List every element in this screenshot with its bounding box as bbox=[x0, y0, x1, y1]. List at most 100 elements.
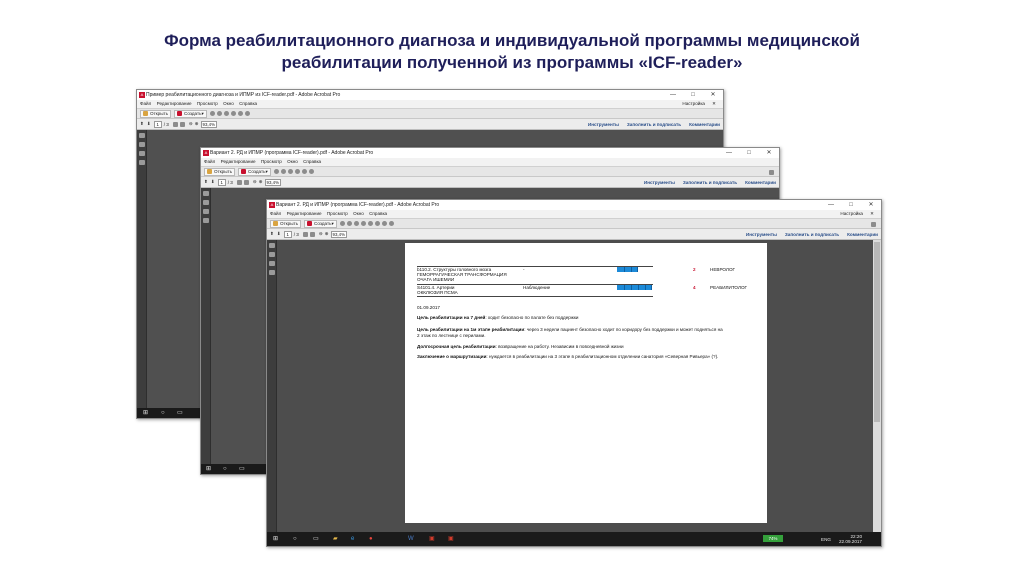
save-icon[interactable] bbox=[346, 221, 352, 226]
menu-view[interactable]: Просмотр bbox=[197, 101, 218, 106]
pdf-icon[interactable]: ▣ bbox=[429, 536, 435, 542]
open-button[interactable]: Открыть bbox=[140, 109, 172, 118]
chrome-icon[interactable]: ● bbox=[369, 536, 373, 542]
acrobat-window-front[interactable]: A Вариант 2. РД и ИПМР (программа ICF-re… bbox=[266, 199, 882, 547]
task-view-icon[interactable]: ▭ bbox=[313, 536, 319, 542]
window-titlebar[interactable]: A Пример реабилитационного диагноза и ИП… bbox=[137, 90, 723, 100]
page-number-input[interactable]: 1 bbox=[153, 120, 162, 128]
window-titlebar[interactable]: A Вариант 2. РД и ИПМР (программа ICF-re… bbox=[201, 148, 779, 158]
maximize-icon[interactable]: □ bbox=[841, 200, 861, 210]
menu-view[interactable]: Просмотр bbox=[327, 211, 348, 216]
windows-start-icon[interactable]: ⊞ bbox=[143, 410, 148, 416]
attachments-icon[interactable] bbox=[203, 218, 209, 223]
create-button[interactable]: Создать ▾ bbox=[174, 109, 207, 118]
sign-icon[interactable] bbox=[374, 221, 380, 226]
acrobat-taskbar-icon[interactable]: ▣ bbox=[448, 536, 454, 542]
attachments-icon[interactable] bbox=[269, 270, 275, 275]
pages-icon[interactable] bbox=[269, 243, 275, 248]
search-icon[interactable]: ○ bbox=[223, 466, 227, 472]
sign-icon[interactable] bbox=[308, 169, 314, 174]
comment-icon[interactable] bbox=[237, 111, 243, 116]
task-view-icon[interactable]: ▭ bbox=[239, 466, 245, 472]
next-page-icon[interactable]: ⬇ bbox=[277, 231, 281, 237]
pages-icon[interactable] bbox=[203, 191, 209, 196]
task-view-icon[interactable]: ▭ bbox=[177, 410, 183, 416]
comment-icon[interactable] bbox=[367, 221, 373, 226]
highlight-icon[interactable] bbox=[381, 221, 387, 226]
maximize-icon[interactable]: □ bbox=[683, 90, 703, 100]
menu-edit[interactable]: Редактирование bbox=[221, 159, 256, 164]
comments-link[interactable]: Комментарии bbox=[847, 232, 878, 237]
open-button[interactable]: Открыть bbox=[204, 167, 236, 176]
minimize-icon[interactable]: — bbox=[663, 90, 683, 100]
close-doc-icon[interactable]: ✕ bbox=[712, 100, 716, 108]
zoom-input[interactable]: 93,4% bbox=[200, 120, 217, 128]
zoom-in-icon[interactable]: ⊕ bbox=[259, 179, 263, 185]
tools-link[interactable]: Инструменты bbox=[746, 232, 777, 237]
mail-icon[interactable] bbox=[294, 169, 300, 174]
keyboard-language[interactable]: ENG bbox=[821, 537, 831, 542]
fill-sign-link[interactable]: Заполнить и подписать bbox=[627, 122, 681, 127]
tools-link[interactable]: Инструменты bbox=[644, 180, 675, 185]
mail-icon[interactable] bbox=[230, 111, 236, 116]
expand-icon[interactable] bbox=[769, 170, 774, 175]
gear-icon[interactable] bbox=[339, 221, 345, 226]
menu-edit[interactable]: Редактирование bbox=[287, 211, 322, 216]
folder-icon[interactable]: ▰ bbox=[333, 536, 338, 542]
zoom-out-icon[interactable]: ⊖ bbox=[319, 231, 323, 237]
windows-start-icon[interactable]: ⊞ bbox=[273, 536, 278, 542]
next-page-icon[interactable]: ⬇ bbox=[211, 179, 215, 185]
bookmarks-icon[interactable] bbox=[139, 142, 145, 147]
word-icon[interactable]: W bbox=[408, 536, 414, 542]
sign-icon[interactable] bbox=[244, 111, 250, 116]
fill-sign-link[interactable]: Заполнить и подписать bbox=[683, 180, 737, 185]
next-page-icon[interactable]: ⬇ bbox=[147, 121, 151, 127]
print-icon[interactable] bbox=[223, 111, 229, 116]
clock[interactable]: 22:20 22.09.2017 bbox=[839, 534, 862, 544]
menu-file[interactable]: Файл bbox=[140, 101, 151, 106]
minimize-icon[interactable]: — bbox=[821, 200, 841, 210]
windows-start-icon[interactable]: ⊞ bbox=[206, 466, 211, 472]
minimize-icon[interactable]: — bbox=[719, 148, 739, 158]
signatures-icon[interactable] bbox=[269, 261, 275, 266]
battery-indicator[interactable]: 74% bbox=[763, 535, 783, 542]
menu-edit[interactable]: Редактирование bbox=[157, 101, 192, 106]
menu-help[interactable]: Справка bbox=[239, 101, 257, 106]
print-icon[interactable] bbox=[353, 221, 359, 226]
prev-page-icon[interactable]: ⬆ bbox=[270, 231, 274, 237]
bookmarks-icon[interactable] bbox=[269, 252, 275, 257]
create-button[interactable]: Создать ▾ bbox=[238, 167, 271, 176]
hand-tool-icon[interactable] bbox=[243, 179, 249, 185]
zoom-input[interactable]: 93,4% bbox=[330, 230, 347, 238]
prev-page-icon[interactable]: ⬆ bbox=[140, 121, 144, 127]
comment-icon[interactable] bbox=[301, 169, 307, 174]
close-icon[interactable]: ✕ bbox=[861, 200, 881, 210]
signatures-icon[interactable] bbox=[203, 209, 209, 214]
menu-window[interactable]: Окно bbox=[223, 101, 234, 106]
menu-help[interactable]: Справка bbox=[303, 159, 321, 164]
menu-file[interactable]: Файл bbox=[270, 211, 281, 216]
zoom-out-icon[interactable]: ⊖ bbox=[253, 179, 257, 185]
select-tool-icon[interactable] bbox=[172, 121, 178, 127]
menu-window[interactable]: Окно bbox=[353, 211, 364, 216]
open-button[interactable]: Открыть bbox=[270, 219, 302, 228]
mail-icon[interactable] bbox=[360, 221, 366, 226]
save-icon[interactable] bbox=[216, 111, 222, 116]
create-button[interactable]: Создать ▾ bbox=[304, 219, 337, 228]
zoom-in-icon[interactable]: ⊕ bbox=[325, 231, 329, 237]
menu-help[interactable]: Справка bbox=[369, 211, 387, 216]
menu-view[interactable]: Просмотр bbox=[261, 159, 282, 164]
document-area[interactable]: b110.2. Структуры головного мозга ГЕМОРР… bbox=[277, 240, 881, 532]
hand-tool-icon[interactable] bbox=[309, 231, 315, 237]
search-icon[interactable]: ○ bbox=[293, 536, 297, 542]
gear-icon[interactable] bbox=[209, 111, 215, 116]
page-number-input[interactable]: 1 bbox=[283, 230, 292, 238]
menu-file[interactable]: Файл bbox=[204, 159, 215, 164]
edge-icon[interactable]: e bbox=[351, 536, 354, 542]
tools-link[interactable]: Инструменты bbox=[588, 122, 619, 127]
attachments-icon[interactable] bbox=[139, 160, 145, 165]
gear-icon[interactable] bbox=[273, 169, 279, 174]
close-doc-icon[interactable]: ✕ bbox=[870, 210, 874, 218]
pages-icon[interactable] bbox=[139, 133, 145, 138]
settings-menu[interactable]: Настройка bbox=[840, 210, 863, 218]
